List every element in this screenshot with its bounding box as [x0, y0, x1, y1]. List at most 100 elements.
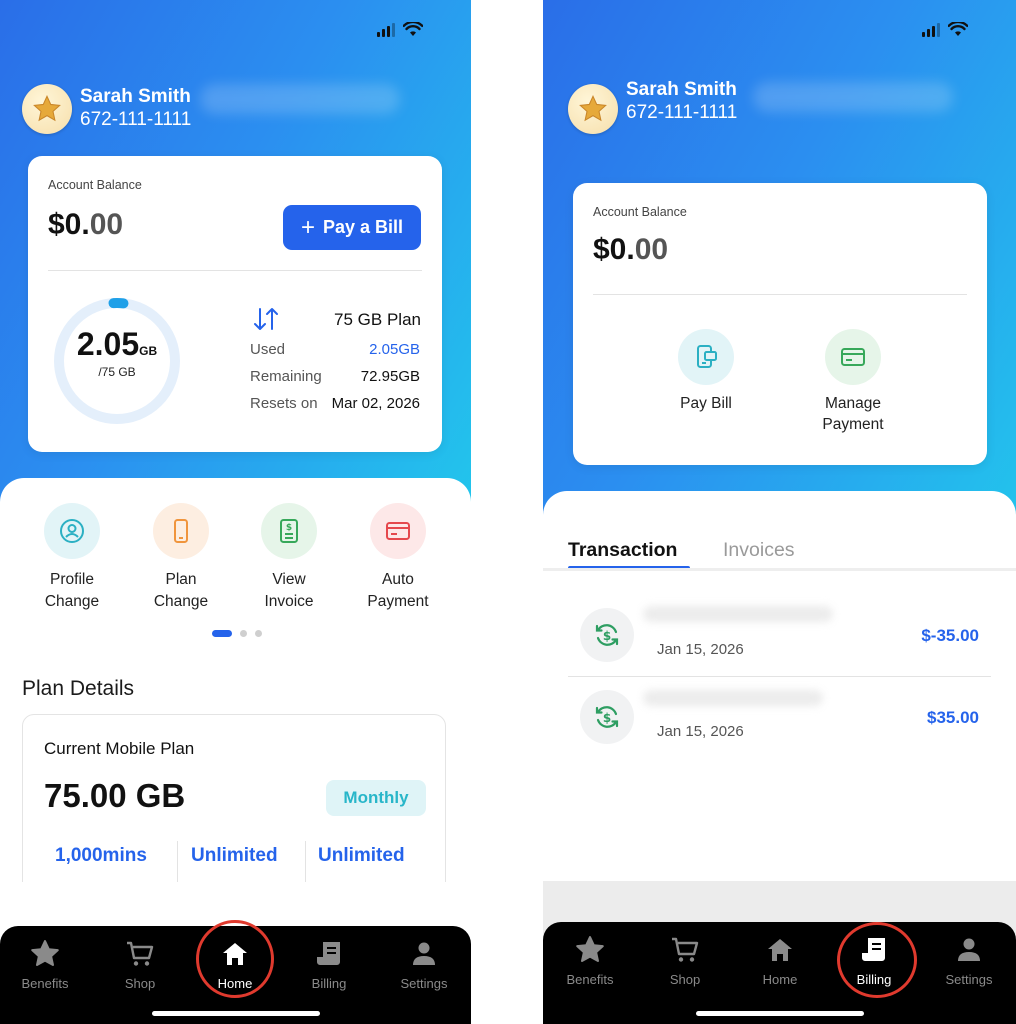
cart-icon [127, 941, 154, 966]
nav-item-settings[interactable]: Settings [929, 934, 1009, 987]
signal-icon [377, 22, 395, 37]
active-tab-highlight [196, 920, 274, 998]
star-icon [31, 940, 59, 966]
divider [305, 841, 306, 883]
nav-item-benefits[interactable]: Benefits [550, 934, 630, 987]
star-icon [576, 936, 604, 962]
star-avatar-icon [33, 95, 61, 122]
transaction-amount: $35.00 [927, 708, 979, 727]
divider [48, 270, 422, 271]
quick-action-plan-change[interactable]: Plan Change [131, 503, 231, 613]
page-dot-active[interactable] [212, 630, 232, 637]
blurred-area [753, 82, 953, 112]
remaining-label: Remaining [250, 368, 322, 385]
transaction-amount: $-35.00 [921, 626, 979, 645]
dollar-refresh-icon: $ [580, 690, 634, 744]
pay-a-bill-button[interactable]: + Pay a Bill [283, 205, 421, 250]
profile-header[interactable]: Sarah Smith 672-111-1111 [22, 84, 191, 134]
plus-icon: + [300, 213, 315, 241]
avatar[interactable] [22, 84, 72, 134]
pay-a-bill-label: Pay a Bill [322, 217, 404, 237]
quick-action-label: Auto Payment [367, 571, 429, 610]
transaction-date: Jan 15, 2026 [657, 641, 744, 658]
bottom-nav: Benefits Shop Home Billing Settings [0, 920, 471, 1024]
nav-item-billing[interactable]: Billing [289, 938, 369, 991]
remaining-value: 72.95GB [360, 368, 420, 385]
nav-label: Benefits [21, 976, 69, 991]
balance-cents: 00 [634, 233, 669, 266]
person-icon [958, 938, 980, 961]
svg-text:$: $ [286, 523, 292, 533]
bottom-nav: Benefits Shop Home Billing Settings [543, 922, 1016, 1024]
account-balance-label: Account Balance [593, 205, 687, 219]
home-indicator [695, 1011, 864, 1016]
avatar[interactable] [568, 84, 618, 134]
quick-action-label: View Invoice [264, 571, 314, 610]
user-name: Sarah Smith [80, 86, 191, 107]
quick-action-label: Profile Change [44, 571, 100, 610]
usage-row-used: Used 2.05GB [250, 341, 420, 358]
plan-details-title: Plan Details [22, 677, 135, 700]
status-bar [377, 22, 423, 37]
user-phone: 672-111-1111 [626, 102, 738, 123]
page-indicator[interactable] [212, 630, 262, 637]
svg-text:$: $ [603, 629, 611, 643]
nav-label: Shop [669, 972, 701, 987]
manage-payment-button[interactable]: Manage Payment [793, 329, 913, 435]
home-indicator [151, 1011, 320, 1016]
nav-item-benefits[interactable]: Benefits [5, 938, 85, 991]
account-balance-card: Account Balance $0.00 + Pay a Bill 2.05G… [28, 156, 442, 452]
active-tab-highlight [837, 922, 917, 998]
person-icon [413, 942, 435, 965]
quick-action-view-invoice[interactable]: $ View Invoice [239, 503, 339, 613]
plan-feature-data: Unlimited [191, 845, 278, 866]
nav-item-home[interactable]: Home [740, 934, 820, 987]
quick-action-auto-payment[interactable]: Auto Payment [348, 503, 448, 613]
usage-unit: GB [139, 344, 158, 358]
plan-feature-minutes: 1,000mins [55, 845, 147, 866]
balance-amount: $0.00 [593, 233, 668, 267]
nav-label: Settings [400, 976, 448, 991]
nav-item-shop[interactable]: Shop [645, 934, 725, 987]
nav-item-settings[interactable]: Settings [384, 938, 464, 991]
plan-size: 75.00 GB [44, 777, 186, 814]
card-icon [370, 503, 426, 559]
resets-value: Mar 02, 2026 [331, 395, 420, 412]
divider [568, 676, 991, 677]
nav-item-shop[interactable]: Shop [100, 938, 180, 991]
usage-row-remaining: Remaining 72.95GB [250, 368, 420, 385]
cart-icon [672, 937, 699, 962]
used-value: 2.05GB [369, 341, 420, 358]
invoice-icon: $ [261, 503, 317, 559]
page-dot[interactable] [240, 630, 247, 637]
star-avatar-icon [579, 95, 607, 122]
manage-payment-label: Manage Payment [822, 395, 884, 433]
usage-value: 2.05 [76, 326, 140, 362]
nav-label: Home [762, 972, 798, 987]
profile-header[interactable]: Sarah Smith 672-111-1111 [568, 79, 738, 134]
nav-label: Billing [311, 976, 347, 991]
quick-action-profile-change[interactable]: Profile Change [22, 503, 122, 613]
balance-cents: 00 [89, 208, 124, 241]
phone-icon [153, 503, 209, 559]
tab-invoices[interactable]: Invoices [723, 539, 795, 562]
page-dot[interactable] [255, 630, 262, 637]
billing-icon [317, 942, 340, 965]
plan-feature-texts: Unlimited [318, 845, 405, 866]
billing-screen: Sarah Smith 672-111-1111 Account Balance… [543, 0, 1016, 1024]
pay-bill-button[interactable]: Pay Bill [646, 329, 766, 414]
account-balance-label: Account Balance [48, 178, 142, 192]
nav-label: Benefits [566, 972, 614, 987]
blurred-area [200, 84, 400, 114]
pay-bill-label: Pay Bill [680, 395, 732, 412]
home-icon [768, 939, 792, 961]
tab-transaction[interactable]: Transaction [568, 539, 677, 562]
wifi-icon [948, 22, 968, 36]
nav-label: Shop [124, 976, 156, 991]
dollar-refresh-icon: $ [580, 608, 634, 662]
profile-icon [44, 503, 100, 559]
balance-amount: $0.00 [48, 208, 123, 242]
current-plan-title: Current Mobile Plan [44, 739, 195, 758]
divider [543, 568, 1016, 571]
quick-action-label: Plan Change [153, 571, 209, 610]
